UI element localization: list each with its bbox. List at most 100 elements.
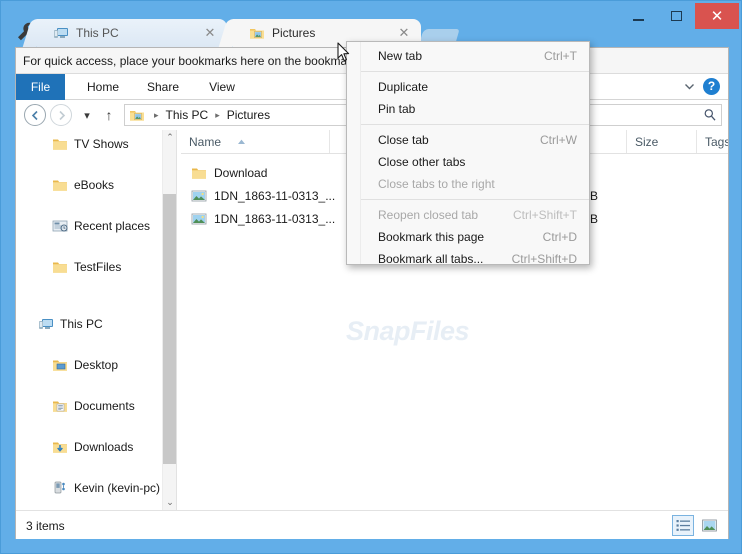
computer-icon xyxy=(38,316,54,332)
back-button[interactable] xyxy=(24,104,46,126)
menu-separator xyxy=(361,199,589,200)
menu-item-label: Reopen closed tab xyxy=(378,208,479,222)
menu-item-close-tabs-to-the-right: Close tabs to the right xyxy=(347,173,589,195)
nav-item-label: eBooks xyxy=(74,178,115,192)
breadcrumb-separator: ▸ xyxy=(215,109,220,120)
nav-item-ebooks[interactable]: eBooks xyxy=(16,175,176,195)
recent-locations-button[interactable]: ▾ xyxy=(78,109,96,122)
menu-item-label: Bookmark this page xyxy=(378,230,485,244)
window-controls: ✕ xyxy=(619,3,739,29)
menu-separator xyxy=(361,124,589,125)
close-button[interactable]: ✕ xyxy=(695,3,739,29)
nav-item-documents[interactable]: Documents xyxy=(16,396,176,416)
breadcrumb-separator: ▸ xyxy=(154,109,159,120)
tab-share[interactable]: Share xyxy=(138,74,188,100)
status-bar: 3 items xyxy=(16,510,728,539)
menu-item-label: Pin tab xyxy=(378,102,416,116)
menu-item-shortcut: Ctrl+Shift+D xyxy=(511,252,577,266)
menu-item-duplicate[interactable]: Duplicate xyxy=(347,76,589,98)
menu-item-pin-tab[interactable]: Pin tab xyxy=(347,98,589,120)
network-user-icon xyxy=(52,480,68,496)
nav-item-downloads[interactable]: Downloads xyxy=(16,437,176,457)
menu-item-close-tab[interactable]: Close tab Ctrl+W xyxy=(347,129,589,151)
recent-places-icon xyxy=(52,218,68,234)
nav-item-tv-shows[interactable]: TV Shows xyxy=(16,134,176,154)
navigation-pane-scrollbar[interactable]: ⌃ ⌄ xyxy=(162,130,177,510)
menu-item-shortcut: Ctrl+Shift+T xyxy=(512,208,577,222)
breadcrumb-this-pc[interactable]: This PC xyxy=(166,108,209,122)
menu-item-shortcut: Ctrl+D xyxy=(542,230,577,244)
nav-item-label: This PC xyxy=(60,317,103,331)
menu-item-label: Duplicate xyxy=(378,80,429,94)
tab-this-pc[interactable]: This PC ✕ xyxy=(22,19,227,47)
close-icon: ✕ xyxy=(710,8,724,25)
nav-item-testfiles[interactable]: TestFiles xyxy=(16,257,176,277)
menu-item-label: New tab xyxy=(378,49,423,63)
scroll-up-button[interactable]: ⌃ xyxy=(163,130,177,145)
tab-file[interactable]: File xyxy=(16,74,65,100)
tab-home[interactable]: Home xyxy=(78,74,128,100)
menu-item-bookmark-this-page[interactable]: Bookmark this page Ctrl+D xyxy=(347,226,589,248)
tab-close-button[interactable]: ✕ xyxy=(203,26,217,40)
bookmarks-bar-hint: For quick access, place your bookmarks h… xyxy=(23,53,348,68)
pictures-folder-icon xyxy=(249,25,265,41)
nav-item-label: TestFiles xyxy=(74,260,122,274)
search-icon[interactable] xyxy=(703,108,717,122)
tab-title: This PC xyxy=(76,26,119,40)
menu-item-new-tab[interactable]: New tab Ctrl+T xyxy=(347,45,589,67)
nav-item-label: TV Shows xyxy=(74,137,129,151)
tab-context-menu[interactable]: New tab Ctrl+T Duplicate Pin tab Close t… xyxy=(346,41,590,266)
column-header-name[interactable]: Name xyxy=(181,130,329,153)
menu-item-close-other-tabs[interactable]: Close other tabs xyxy=(347,151,589,173)
maximize-button[interactable] xyxy=(657,3,695,29)
file-name: Download xyxy=(214,166,268,180)
menu-item-bookmark-all-tabs[interactable]: Bookmark all tabs... Ctrl+Shift+D xyxy=(347,248,589,270)
navigation-pane: TV Shows eBooks Recent places TestFiles … xyxy=(16,130,176,510)
nav-item-label: Documents xyxy=(74,399,135,413)
column-header-size[interactable]: Size xyxy=(626,130,696,153)
folder-icon xyxy=(52,136,68,152)
minimize-button[interactable] xyxy=(619,3,657,29)
nav-item-label: Recent places xyxy=(74,219,151,233)
maximize-icon xyxy=(670,11,682,21)
nav-item-kevin[interactable]: Kevin (kevin-pc) xyxy=(16,478,176,498)
nav-item-label: Kevin (kevin-pc) xyxy=(74,481,161,495)
breadcrumb-pictures[interactable]: Pictures xyxy=(227,108,270,122)
details-view-icon[interactable] xyxy=(672,515,694,536)
tab-view[interactable]: View xyxy=(198,74,246,100)
up-button[interactable]: ↑ xyxy=(100,107,118,123)
minimize-icon xyxy=(632,18,644,21)
nav-item-recent-places[interactable]: Recent places xyxy=(16,216,176,236)
folder-icon xyxy=(52,177,68,193)
menu-item-label: Close tabs to the right xyxy=(378,177,495,191)
image-file-icon xyxy=(191,211,207,227)
documents-folder-icon xyxy=(52,398,68,414)
nav-item-label: Downloads xyxy=(74,440,134,454)
view-buttons xyxy=(672,515,720,536)
downloads-folder-icon xyxy=(52,439,68,455)
menu-separator xyxy=(361,71,589,72)
column-header-tags[interactable]: Tags xyxy=(696,130,728,153)
file-name: 1DN_1863-11-0313_... xyxy=(214,212,336,226)
forward-button[interactable] xyxy=(50,104,72,126)
image-file-icon xyxy=(191,188,207,204)
scroll-down-button[interactable]: ⌄ xyxy=(163,495,177,510)
desktop-folder-icon xyxy=(52,357,68,373)
menu-item-shortcut: Ctrl+T xyxy=(544,49,577,63)
menu-item-label: Bookmark all tabs... xyxy=(378,252,484,266)
menu-item-label: Close tab xyxy=(378,133,429,147)
scrollbar-thumb[interactable] xyxy=(163,194,177,464)
browser-window: This PC ✕ Pictures ✕ ✕ For quick access,… xyxy=(0,0,742,554)
folder-icon xyxy=(52,259,68,275)
tab-content: This PC xyxy=(37,19,227,47)
nav-item-desktop[interactable]: Desktop xyxy=(16,355,176,375)
snapfiles-watermark: SnapFiles xyxy=(346,316,586,350)
status-item-count: 3 items xyxy=(26,519,65,533)
tab-close-button[interactable]: ✕ xyxy=(397,26,411,40)
nav-item-this-pc[interactable]: This PC xyxy=(16,314,176,334)
menu-item-reopen-closed-tab: Reopen closed tab Ctrl+Shift+T xyxy=(347,204,589,226)
computer-icon xyxy=(53,25,69,41)
chevron-down-icon[interactable] xyxy=(683,80,696,93)
large-icons-view-icon[interactable] xyxy=(698,515,720,536)
help-button[interactable]: ? xyxy=(703,78,720,95)
